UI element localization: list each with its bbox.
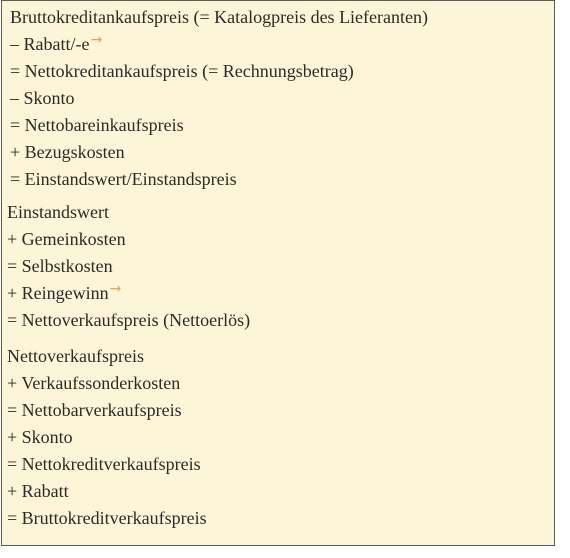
line-text: – Rabatt/-e [10, 34, 90, 54]
calculation-scheme-box: Bruttokreditankaufspreis (= Katalogpreis… [1, 0, 555, 546]
line-text: = Einstandswert/Einstandspreis [10, 169, 237, 189]
line-text: + Skonto [7, 427, 73, 447]
line-text: = Nettoverkaufspreis (Nettoerlös) [7, 310, 251, 330]
line-text: Nettoverkaufspreis [7, 346, 144, 366]
scheme-line: = Nettobareinkaufspreis [10, 114, 184, 136]
scheme-line: = Nettobarverkaufspreis [7, 399, 182, 421]
line-text: Einstandswert [7, 202, 109, 222]
line-text: – Skonto [10, 88, 75, 108]
scheme-line: + Rabatt [7, 480, 69, 502]
line-text: + Bezugskosten [10, 142, 125, 162]
scheme-line: + Skonto [7, 426, 73, 448]
scheme-line: = Selbstkosten [7, 255, 113, 277]
line-text: = Nettokreditankaufspreis (= Rechnungsbe… [10, 61, 354, 81]
scheme-line: + Reingewinn→ [7, 281, 122, 306]
scheme-line: + Verkaufssonderkosten [7, 372, 180, 394]
line-text: Bruttokreditankaufspreis (= Katalogpreis… [10, 7, 428, 27]
scheme-line: = Nettokreditankaufspreis (= Rechnungsbe… [10, 60, 354, 82]
scheme-line: = Bruttokreditverkaufspreis [7, 507, 207, 529]
arrow-icon: → [90, 32, 103, 48]
scheme-line: Nettoverkaufspreis [7, 345, 144, 367]
scheme-line: – Rabatt/-e→ [10, 32, 103, 57]
scheme-line: = Nettokreditverkaufspreis [7, 453, 201, 475]
scheme-line: + Gemeinkosten [7, 228, 126, 250]
line-text: + Gemeinkosten [7, 229, 126, 249]
line-text: = Bruttokreditverkaufspreis [7, 508, 207, 528]
scheme-line: = Einstandswert/Einstandspreis [10, 168, 237, 190]
scheme-line: = Nettoverkaufspreis (Nettoerlös) [7, 309, 250, 331]
scheme-line: Einstandswert [7, 201, 109, 223]
line-text: = Nettokreditverkaufspreis [7, 454, 201, 474]
line-text: = Nettobarverkaufspreis [7, 400, 182, 420]
scheme-line: Bruttokreditankaufspreis (= Katalogpreis… [10, 6, 428, 28]
line-text: + Rabatt [7, 481, 69, 501]
line-text: = Selbstkosten [7, 256, 113, 276]
line-text: = Nettobareinkaufspreis [10, 115, 184, 135]
arrow-icon: → [109, 281, 122, 297]
scheme-line: + Bezugskosten [10, 141, 125, 163]
scheme-line: – Skonto [10, 87, 75, 109]
line-text: + Verkaufssonderkosten [7, 373, 181, 393]
line-text: + Reingewinn [7, 283, 109, 303]
